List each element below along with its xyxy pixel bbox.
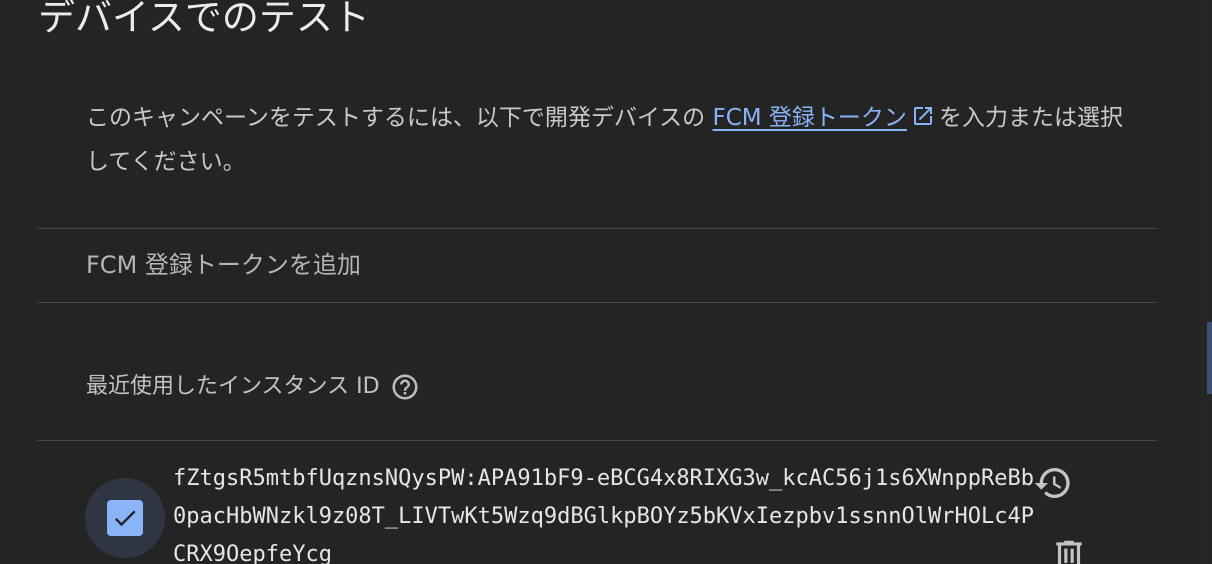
- test-on-device-section: デバイスでのテスト このキャンペーンをテストするには、以下で開発デバイスの FC…: [0, 0, 1202, 564]
- fcm-token-link-label: FCM 登録トークン: [712, 105, 907, 131]
- adjacent-panel-edge: [1202, 0, 1212, 564]
- section-title: デバイスでのテスト: [38, 0, 370, 39]
- help-circle-icon[interactable]: [390, 372, 420, 402]
- token-value: fZtgsR5mtbfUqznsNQysPW:APA91bF9-eBCG4x8R…: [173, 466, 1034, 564]
- trash-icon: [1056, 540, 1082, 564]
- adjacent-panel-highlight: [1207, 322, 1212, 394]
- test-on-device-page: デバイスでのテスト このキャンペーンをテストするには、以下で開発デバイスの FC…: [0, 0, 1212, 564]
- add-token-input[interactable]: [86, 243, 1086, 287]
- description-text-prefix: このキャンペーンをテストするには、以下で開発デバイスの: [86, 105, 713, 131]
- add-token-field[interactable]: [37, 229, 1157, 302]
- delete-token-button[interactable]: [1047, 533, 1091, 564]
- section-description: このキャンペーンをテストするには、以下で開発デバイスの FCM 登録トークン を入…: [86, 98, 1126, 183]
- divider-middle: [37, 302, 1157, 303]
- recent-token-row: fZtgsR5mtbfUqznsNQysPW:APA91bF9-eBCG4x8R…: [37, 441, 1157, 564]
- recent-instance-ids-header: 最近使用したインスタンス ID: [86, 369, 420, 405]
- fcm-token-help-link[interactable]: FCM 登録トークン: [712, 105, 938, 131]
- check-icon: [114, 510, 136, 527]
- history-button[interactable]: [1031, 461, 1075, 505]
- history-icon: [1034, 468, 1070, 498]
- open-in-new-icon: [911, 101, 935, 142]
- checkbox-checked: [107, 500, 143, 536]
- token-select-checkbox[interactable]: [85, 478, 165, 558]
- recent-instance-ids-label: 最近使用したインスタンス ID: [86, 374, 380, 399]
